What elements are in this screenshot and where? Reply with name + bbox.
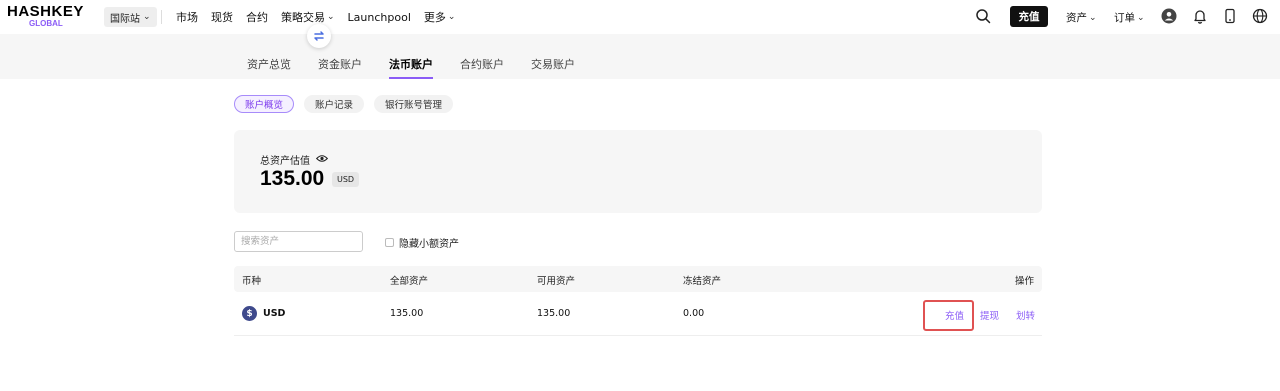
tab-band <box>0 34 1280 79</box>
orders-menu-label: 订单 <box>1114 12 1135 24</box>
tab-futures-account[interactable]: 合约账户 <box>460 56 504 78</box>
currency-unit-badge: USD <box>332 172 360 187</box>
search-icon[interactable] <box>975 8 991 24</box>
nav-link-spot[interactable]: 现货 <box>211 9 233 25</box>
swap-icon[interactable] <box>307 24 331 48</box>
site-selector[interactable]: 国际站 ⌄ <box>104 7 157 27</box>
nav-link-futures[interactable]: 合约 <box>246 9 268 25</box>
total-assets-label: 总资产估值 <box>260 156 310 167</box>
header-available: 可用资产 <box>537 276 576 287</box>
nav-link-label: 现货 <box>211 11 233 24</box>
hide-small-assets-toggle[interactable]: 隐藏小额资产 <box>385 235 459 250</box>
highlight-box <box>923 300 974 331</box>
chevron-down-icon: ⌄ <box>1137 12 1145 23</box>
total-value: 135.00 <box>390 308 424 319</box>
nav-divider <box>161 10 162 24</box>
nav-link-market[interactable]: 市场 <box>176 9 198 25</box>
globe-icon[interactable] <box>1252 8 1268 24</box>
subtab-account-records[interactable]: 账户记录 <box>304 95 365 113</box>
header-frozen: 冻结资产 <box>683 276 722 287</box>
eye-icon[interactable] <box>315 154 329 166</box>
usd-coin-icon: $ <box>242 306 257 321</box>
deposit-button[interactable]: 充值 <box>1010 6 1048 27</box>
logo[interactable]: HASHKEY GLOBAL <box>7 4 97 30</box>
hide-small-assets-checkbox[interactable] <box>385 238 394 247</box>
header-total: 全部资产 <box>390 276 429 287</box>
frozen-value: 0.00 <box>683 308 705 319</box>
nav-link-label: 市场 <box>176 11 198 24</box>
user-icon[interactable] <box>1161 8 1177 24</box>
asset-summary-card: 总资产估值 135.00 USD <box>234 130 1042 213</box>
tab-funding-account[interactable]: 资金账户 <box>318 56 362 78</box>
nav-link-label: 更多 <box>423 11 446 24</box>
orders-menu[interactable]: 订单 ⌄ <box>1114 10 1145 25</box>
coin-name: USD <box>263 308 286 319</box>
tab-trading-account[interactable]: 交易账户 <box>531 56 575 78</box>
nav-link-strategy[interactable]: 策略交易 ⌄ <box>281 9 335 25</box>
total-assets-value: 135.00 <box>260 167 325 190</box>
logo-main-text: HASHKEY <box>7 3 84 20</box>
chevron-down-icon: ⌄ <box>143 12 151 22</box>
top-nav: HASHKEY GLOBAL 国际站 ⌄ 市场 现货 合约 策略交易 ⌄ Laun… <box>0 0 1280 34</box>
site-selector-label: 国际站 <box>110 13 140 25</box>
hide-small-assets-label: 隐藏小额资产 <box>399 239 459 250</box>
chevron-down-icon: ⌄ <box>327 12 335 22</box>
table-header: 币种 全部资产 可用资产 冻结资产 操作 <box>234 266 1042 292</box>
account-tabs: 资产总览 资金账户 法币账户 合约账户 交易账户 <box>247 56 602 79</box>
assets-menu[interactable]: 资产 ⌄ <box>1066 10 1097 25</box>
nav-link-label: Launchpool <box>347 10 411 24</box>
asset-table: 币种 全部资产 可用资产 冻结资产 操作 $ USD 135.00 135.00… <box>234 266 1042 336</box>
chevron-down-icon: ⌄ <box>1089 12 1097 23</box>
assets-menu-label: 资产 <box>1066 12 1087 24</box>
chevron-down-icon: ⌄ <box>447 12 456 22</box>
nav-link-launchpool[interactable]: Launchpool <box>348 11 411 24</box>
transfer-link[interactable]: 划转 <box>1016 308 1035 322</box>
header-actions: 操作 <box>1014 276 1034 287</box>
phone-icon[interactable] <box>1222 8 1238 24</box>
tab-fiat-account[interactable]: 法币账户 <box>389 56 433 79</box>
withdraw-link[interactable]: 提现 <box>980 308 999 322</box>
available-value: 135.00 <box>537 308 571 319</box>
tab-overview[interactable]: 资产总览 <box>247 56 291 78</box>
asset-search-input[interactable] <box>234 231 363 252</box>
logo-sub-text: GLOBAL <box>29 19 63 28</box>
total-assets-label-row: 总资产估值 <box>260 152 329 167</box>
nav-link-more[interactable]: 更多 ⌄ <box>424 9 456 25</box>
subtab-bank-accounts[interactable]: 银行账号管理 <box>374 95 454 113</box>
sub-tabs: 账户概览 账户记录 银行账号管理 <box>234 95 454 113</box>
bell-icon[interactable] <box>1192 8 1208 24</box>
subtab-account-overview[interactable]: 账户概览 <box>234 95 295 113</box>
table-row: $ USD 135.00 135.00 0.00 充值 提现 划转 <box>234 292 1042 336</box>
nav-link-label: 合约 <box>246 11 268 24</box>
nav-link-label: 策略交易 <box>281 11 325 24</box>
header-coin: 币种 <box>242 276 262 287</box>
